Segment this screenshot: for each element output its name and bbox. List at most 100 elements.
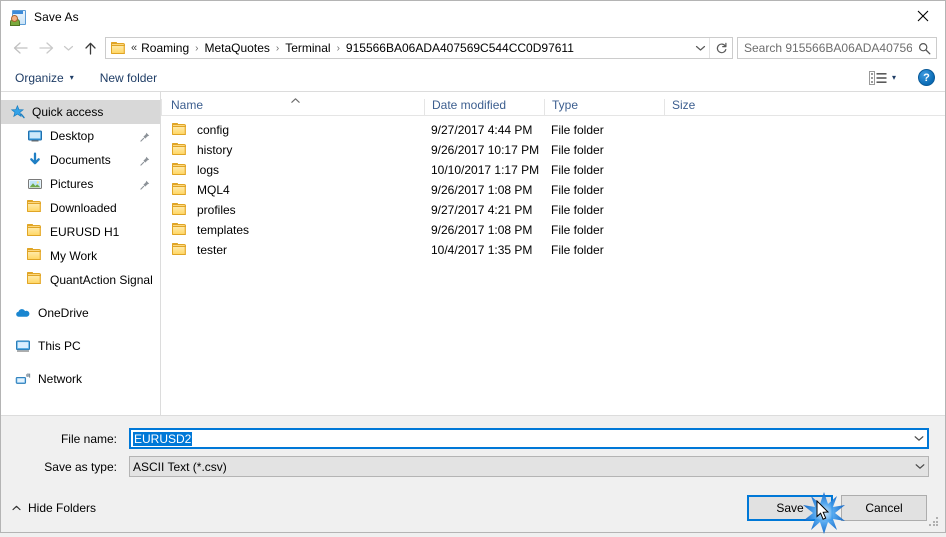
search-input[interactable]: Search 915566BA06ADA40756... bbox=[737, 37, 937, 59]
file-name-cell: tester bbox=[161, 243, 424, 257]
file-name-label: tester bbox=[197, 243, 228, 257]
file-date-cell: 10/10/2017 1:17 PM bbox=[431, 163, 540, 177]
folder-icon bbox=[172, 183, 188, 197]
sidebar-item-label: This PC bbox=[38, 339, 81, 353]
sidebar-item-quick-access[interactable]: Quick access bbox=[1, 100, 160, 124]
file-name-cell: logs bbox=[161, 163, 424, 177]
breadcrumb-separator-icon[interactable]: › bbox=[190, 43, 203, 54]
pin-icon[interactable] bbox=[140, 131, 150, 142]
table-row[interactable]: tester 10/4/2017 1:35 PM File folder bbox=[161, 240, 945, 260]
close-icon[interactable] bbox=[900, 1, 945, 31]
table-row[interactable]: MQL4 9/26/2017 1:08 PM File folder bbox=[161, 180, 945, 200]
savetype-value: ASCII Text (*.csv) bbox=[133, 459, 227, 474]
sidebar-item-downloaded[interactable]: Downloaded bbox=[1, 196, 160, 220]
save-button[interactable]: Save bbox=[747, 495, 833, 521]
table-row[interactable]: templates 9/26/2017 1:08 PM File folder bbox=[161, 220, 945, 240]
address-bar[interactable]: « Roaming › MetaQuotes › Terminal › 9155… bbox=[105, 37, 733, 59]
view-chevron-down-icon[interactable]: ▾ bbox=[892, 73, 896, 82]
column-header-type[interactable]: Type bbox=[544, 98, 664, 115]
file-name-cell: profiles bbox=[161, 203, 424, 217]
filename-row: File name: EURUSD2 bbox=[17, 428, 929, 449]
column-header-size[interactable]: Size bbox=[664, 98, 743, 115]
sidebar-item-eurusd-h1[interactable]: EURUSD H1 bbox=[1, 220, 160, 244]
sidebar-item-label: Pictures bbox=[50, 177, 94, 191]
table-row[interactable]: logs 10/10/2017 1:17 PM File folder bbox=[161, 160, 945, 180]
cancel-button[interactable]: Cancel bbox=[841, 495, 927, 521]
file-name-cell: history bbox=[161, 143, 424, 157]
sidebar-item-pictures[interactable]: Pictures bbox=[1, 172, 160, 196]
file-type-cell: File folder bbox=[551, 203, 604, 217]
save-form: File name: EURUSD2 Save as type: ASCII T… bbox=[1, 415, 945, 484]
save-as-icon bbox=[10, 9, 26, 26]
refresh-icon[interactable] bbox=[709, 38, 732, 58]
folder-icon bbox=[27, 272, 43, 288]
new-folder-button[interactable]: New folder bbox=[100, 71, 157, 85]
table-row[interactable]: history 9/26/2017 10:17 PM File folder bbox=[161, 140, 945, 160]
sidebar-item-quantaction-signal[interactable]: QuantAction Signal bbox=[1, 268, 160, 292]
breadcrumb-overflow[interactable]: « bbox=[131, 42, 140, 54]
folder-icon bbox=[172, 163, 188, 177]
filename-chevron-down-icon[interactable] bbox=[910, 435, 927, 442]
pin-icon[interactable] bbox=[140, 179, 150, 190]
help-button[interactable]: ? bbox=[918, 69, 935, 86]
sidebar-item-label: Network bbox=[38, 372, 83, 386]
hide-folders-button[interactable]: Hide Folders bbox=[11, 501, 96, 515]
network-icon bbox=[15, 371, 31, 387]
folder-icon bbox=[172, 243, 188, 257]
file-type-cell: File folder bbox=[551, 223, 604, 237]
sidebar-item-label: QuantAction Signal bbox=[50, 273, 153, 287]
file-name-label: profiles bbox=[197, 203, 236, 217]
breadcrumb-separator-icon[interactable]: › bbox=[271, 43, 284, 54]
organize-button[interactable]: Organize ▾ bbox=[15, 71, 74, 85]
desktop-icon bbox=[27, 128, 43, 144]
up-icon[interactable] bbox=[77, 35, 103, 61]
sort-ascending-icon bbox=[291, 92, 300, 103]
sidebar-item-desktop[interactable]: Desktop bbox=[1, 124, 160, 148]
folder-icon bbox=[172, 143, 188, 157]
sidebar-item-onedrive[interactable]: OneDrive bbox=[1, 301, 160, 325]
dialog-body: Quick access Desktop Documents Pictures … bbox=[1, 92, 945, 415]
resize-grip[interactable] bbox=[929, 517, 940, 528]
table-row[interactable]: profiles 9/27/2017 4:21 PM File folder bbox=[161, 200, 945, 220]
savetype-chevron-down-icon[interactable] bbox=[911, 463, 928, 470]
navigation-bar: « Roaming › MetaQuotes › Terminal › 9155… bbox=[1, 32, 945, 64]
file-date-cell: 9/27/2017 4:21 PM bbox=[431, 203, 533, 217]
file-list[interactable]: config 9/27/2017 4:44 PM File folder his… bbox=[161, 116, 945, 415]
filename-value: EURUSD2 bbox=[133, 431, 193, 446]
file-list-pane: Name Date modified Type Size config 9/27… bbox=[161, 92, 945, 415]
breadcrumb-separator-icon[interactable]: › bbox=[332, 43, 345, 54]
this-pc-icon bbox=[15, 338, 31, 354]
view-layout-icon[interactable] bbox=[868, 70, 887, 85]
sidebar-item-label: Downloaded bbox=[50, 201, 117, 215]
window-title: Save As bbox=[34, 9, 79, 24]
documents-arrow-icon bbox=[27, 152, 43, 168]
back-icon[interactable] bbox=[7, 35, 33, 61]
forward-icon[interactable] bbox=[33, 35, 59, 61]
navigation-pane: Quick access Desktop Documents Pictures … bbox=[1, 92, 161, 415]
search-placeholder: Search 915566BA06ADA40756... bbox=[744, 41, 912, 55]
sidebar-item-network[interactable]: Network bbox=[1, 367, 160, 391]
file-date-cell: 9/26/2017 1:08 PM bbox=[431, 223, 533, 237]
folder-icon bbox=[172, 223, 188, 237]
pin-icon[interactable] bbox=[140, 155, 150, 166]
file-date-cell: 9/27/2017 4:44 PM bbox=[431, 123, 533, 137]
filename-input[interactable]: EURUSD2 bbox=[129, 428, 929, 449]
sidebar-item-documents[interactable]: Documents bbox=[1, 148, 160, 172]
folder-icon bbox=[172, 203, 188, 217]
sidebar-item-label: Desktop bbox=[50, 129, 95, 143]
savetype-select[interactable]: ASCII Text (*.csv) bbox=[129, 456, 929, 477]
breadcrumb-item-instance-id[interactable]: 915566BA06ADA407569C544CC0D97611 bbox=[345, 41, 575, 55]
column-header-date-modified[interactable]: Date modified bbox=[424, 98, 544, 115]
address-chevron-down-icon[interactable] bbox=[691, 44, 709, 52]
file-name-cell: MQL4 bbox=[161, 183, 424, 197]
table-row[interactable]: config 9/27/2017 4:44 PM File folder bbox=[161, 120, 945, 140]
file-name-cell: config bbox=[161, 123, 424, 137]
sidebar-item-this-pc[interactable]: This PC bbox=[1, 334, 160, 358]
breadcrumb-item-metaquotes[interactable]: MetaQuotes bbox=[204, 41, 271, 55]
search-icon[interactable] bbox=[912, 42, 936, 55]
sidebar-item-my-work[interactable]: My Work bbox=[1, 244, 160, 268]
new-folder-label: New folder bbox=[99, 70, 158, 85]
breadcrumb-item-terminal[interactable]: Terminal bbox=[284, 41, 331, 55]
breadcrumb-item-roaming[interactable]: Roaming bbox=[140, 41, 190, 55]
recent-locations-chevron-down-icon[interactable] bbox=[59, 35, 77, 61]
